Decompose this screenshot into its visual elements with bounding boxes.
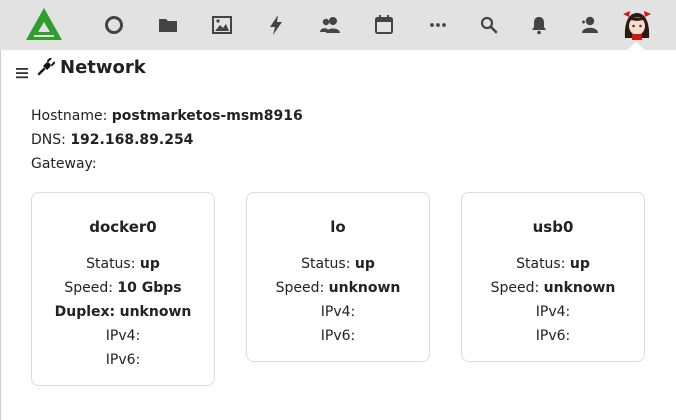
status-label: Status: bbox=[516, 256, 566, 272]
speed-value: unknown bbox=[328, 280, 401, 296]
avatar-menu-caret bbox=[627, 42, 645, 50]
interface-ipv4-row: IPv4: bbox=[320, 304, 356, 320]
status-value: up bbox=[139, 256, 160, 272]
interface-name: lo bbox=[330, 218, 346, 236]
duplex-value: unknown bbox=[119, 304, 192, 320]
app-logo-icon[interactable] bbox=[24, 6, 64, 42]
interface-ipv6-row: IPv6: bbox=[320, 328, 356, 344]
interface-duplex-row: Duplex: unknown bbox=[32, 300, 214, 324]
user-avatar[interactable] bbox=[621, 8, 653, 40]
sidebar-edge bbox=[0, 50, 1, 420]
interface-card-docker0: docker0 Status: up Speed: 10 Gbps Duplex… bbox=[31, 192, 215, 386]
hostname-value: postmarketos-msm8916 bbox=[111, 108, 303, 124]
interface-ipv6-row: IPv6: bbox=[535, 328, 571, 344]
image-icon[interactable] bbox=[209, 12, 235, 38]
interface-ipv6-row: IPv6: bbox=[105, 352, 141, 368]
speed-label: Speed: bbox=[490, 280, 540, 296]
interface-card-lo: lo Status: up Speed: unknown IPv4: IPv6: bbox=[246, 192, 430, 362]
hostname-row: Hostname: postmarketos-msm8916 bbox=[31, 108, 303, 124]
bolt-icon[interactable] bbox=[263, 12, 289, 38]
interface-status-row: Status: up bbox=[32, 252, 214, 276]
interface-name: docker0 bbox=[89, 218, 157, 236]
interface-card-usb0: usb0 Status: up Speed: unknown IPv4: IPv… bbox=[461, 192, 645, 362]
speed-value: 10 Gbps bbox=[117, 280, 182, 296]
page-title: Network bbox=[60, 57, 146, 78]
interface-status-row: Status: up bbox=[462, 252, 644, 276]
circle-icon[interactable] bbox=[101, 12, 127, 38]
speed-label: Speed: bbox=[64, 280, 113, 296]
interface-speed-row: Speed: unknown bbox=[247, 276, 429, 300]
status-value: up bbox=[569, 256, 590, 272]
interface-ipv4-row: IPv4: bbox=[105, 328, 141, 344]
duplex-label: Duplex: bbox=[54, 304, 116, 320]
interface-speed-row: Speed: unknown bbox=[462, 276, 644, 300]
folder-icon[interactable] bbox=[155, 12, 181, 38]
gateway-row: Gateway: bbox=[31, 156, 97, 172]
bell-icon[interactable] bbox=[526, 12, 552, 38]
search-icon[interactable] bbox=[476, 12, 502, 38]
interface-name: usb0 bbox=[532, 218, 574, 236]
gateway-label: Gateway: bbox=[31, 156, 97, 172]
dns-row: DNS: 192.168.89.254 bbox=[31, 132, 193, 148]
more-icon[interactable] bbox=[425, 12, 451, 38]
menu-toggle-icon[interactable] bbox=[15, 65, 29, 79]
user-icon[interactable] bbox=[576, 12, 602, 38]
status-label: Status: bbox=[86, 256, 136, 272]
speed-label: Speed: bbox=[275, 280, 325, 296]
plug-icon bbox=[37, 57, 56, 76]
status-label: Status: bbox=[301, 256, 351, 272]
hostname-label: Hostname: bbox=[31, 108, 108, 124]
top-navigation-bar bbox=[0, 0, 676, 50]
users-icon[interactable] bbox=[317, 12, 343, 38]
interface-status-row: Status: up bbox=[247, 252, 429, 276]
interface-ipv4-row: IPv4: bbox=[535, 304, 571, 320]
speed-value: unknown bbox=[543, 280, 616, 296]
dns-value: 192.168.89.254 bbox=[70, 132, 194, 148]
calendar-icon[interactable] bbox=[371, 12, 397, 38]
interface-speed-row: Speed: 10 Gbps bbox=[32, 276, 214, 300]
status-value: up bbox=[354, 256, 375, 272]
dns-label: DNS: bbox=[31, 132, 66, 148]
